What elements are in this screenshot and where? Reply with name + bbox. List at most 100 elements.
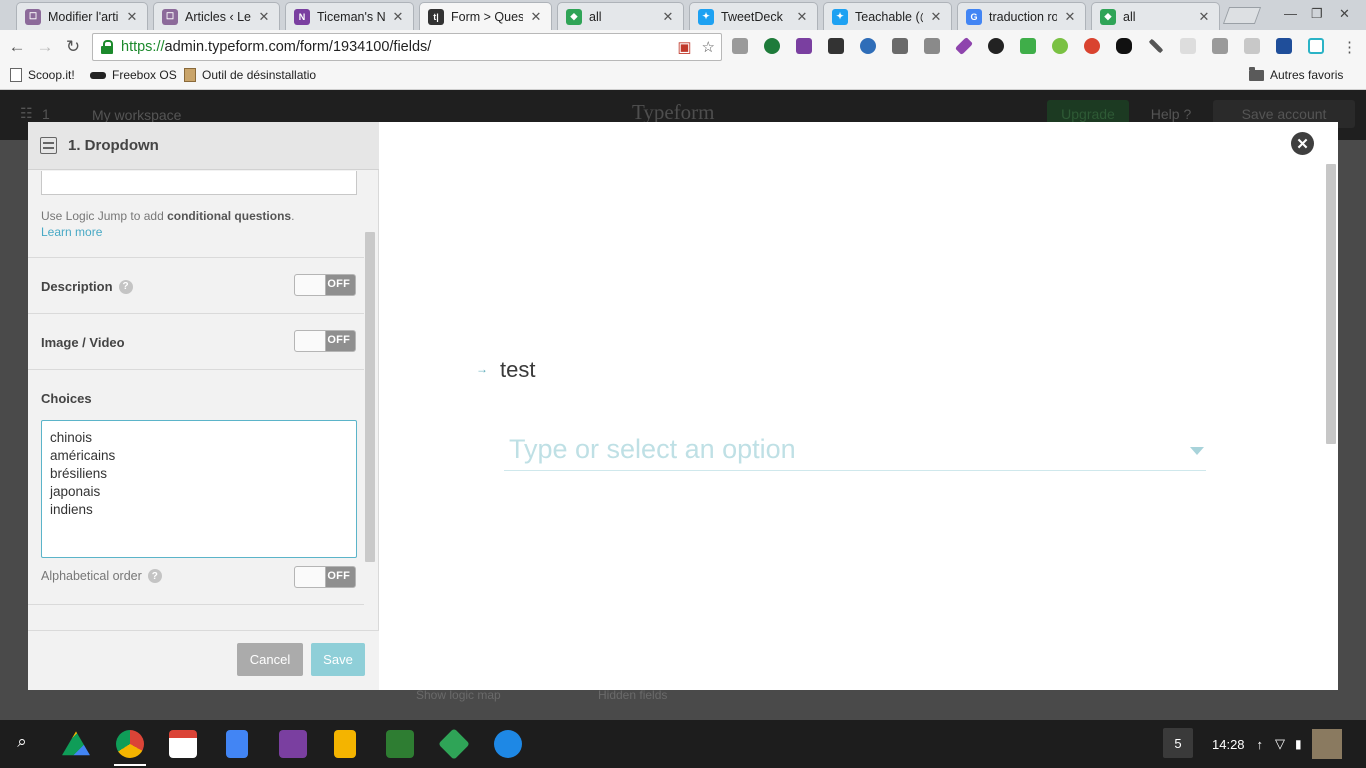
forward-icon[interactable]: → [34,37,56,57]
bookmark-label: Freebox OS [112,68,177,82]
gmail-icon[interactable] [169,730,197,758]
extension-icon[interactable] [764,38,780,54]
other-bookmarks[interactable]: Autres favoris [1249,66,1344,82]
image-video-toggle[interactable]: OFF [294,330,356,352]
help-question-icon[interactable]: ? [147,569,162,583]
page-content: ☷ 1 My workspace Typeform Upgrade Help ?… [0,90,1366,720]
browser-tab[interactable]: t| Form > Quest ✕ [419,2,552,30]
film-extension-icon[interactable] [828,38,844,54]
bookmark-outil[interactable]: Outil de désinstallatio [184,68,316,82]
alphabetical-order-toggle[interactable]: OFF [294,566,356,588]
cancel-button[interactable]: Cancel [237,643,303,676]
extension-icon[interactable] [892,38,908,54]
google-docs-icon[interactable] [226,730,248,758]
preview-scrollbar[interactable] [1326,164,1336,444]
browser-tab[interactable]: N Ticeman's No ✕ [285,2,414,30]
pen-extension-icon[interactable] [954,36,974,56]
show-logic-map-label[interactable]: Show logic map [416,688,501,702]
camera-extension-icon[interactable] [924,38,940,54]
tab-close-icon[interactable]: ✕ [1063,9,1077,25]
extension-icon[interactable] [1052,38,1068,54]
onenote-extension-icon[interactable] [796,38,812,54]
tab-close-icon[interactable]: ✕ [257,9,271,25]
logic-jump-input[interactable] [41,171,357,195]
restore-icon[interactable]: ❐ [1311,6,1323,22]
tab-title: all [589,9,602,24]
address-bar[interactable]: https:// admin.typeform.com /form/193410… [92,33,722,61]
alphabetical-order-row: Alphabetical order ? [41,569,162,583]
browser-tab[interactable]: ☐ Modifier l'artic ✕ [16,2,148,30]
browser-tab[interactable]: ✦ TweetDeck ✕ [689,2,818,30]
grid-icon[interactable]: ☷ [20,105,33,122]
chrome-icon[interactable] [116,730,144,758]
panel-scrollbar[interactable] [365,232,375,562]
files-icon[interactable] [494,730,522,758]
feedly-icon[interactable] [438,728,470,760]
other-bookmarks-label: Autres favoris [1270,68,1344,82]
window-close-icon[interactable]: ✕ [1339,6,1350,22]
tab-close-icon[interactable]: ✕ [661,9,675,25]
extension-icon[interactable] [860,38,876,54]
pencil-extension-icon[interactable] [1148,38,1164,54]
app-icon[interactable] [386,730,414,758]
tab-title: Ticeman's No [317,9,385,24]
browser-tab[interactable]: Gtraduction rou ✕ [957,2,1086,30]
tab-close-icon[interactable]: ✕ [125,9,139,25]
folder-icon [1249,66,1264,81]
tab-close-icon[interactable]: ✕ [1197,9,1211,25]
help-question-icon[interactable]: ? [118,279,133,294]
tab-close-icon[interactable]: ✕ [529,9,543,25]
extension-icon[interactable] [732,38,748,54]
workspace-count: 1 [42,106,50,122]
bookmark-freebox[interactable]: Freebox OS [90,68,177,82]
print-extension-icon[interactable] [1020,38,1036,54]
clock: 14:28 [1212,736,1245,752]
new-tab-button[interactable] [1222,7,1262,24]
google-drive-icon[interactable] [62,731,90,756]
choices-textarea[interactable]: chinois américains brésiliens japonais i… [41,420,357,558]
extension-icon[interactable] [1212,38,1228,54]
choice-item: chinois [50,430,93,445]
extension-icon[interactable] [1084,38,1100,54]
minimize-icon[interactable]: — [1284,6,1297,21]
extension-icon[interactable] [1180,38,1196,54]
extension-icon[interactable] [1116,38,1132,54]
status-tray[interactable]: 14:28 ↑ ▽ ▮ [1196,728,1366,760]
extension-icon[interactable] [988,38,1004,54]
question-settings-panel: 1. Dropdown Use Logic Jump to add condit… [28,122,379,690]
google-slides-icon[interactable] [334,730,356,758]
save-button[interactable]: Save [311,643,365,676]
description-toggle[interactable]: OFF [294,274,356,296]
close-icon[interactable]: ✕ [1291,132,1314,155]
browser-tab[interactable]: ✦ Teachable (@ ✕ [823,2,952,30]
shield-icon[interactable]: ▣ [677,38,691,56]
os-shelf: ⌕ 5 14:28 ↑ ▽ ▮ [0,720,1366,768]
launcher-search-icon[interactable]: ⌕ [10,732,34,756]
tab-close-icon[interactable]: ✕ [929,9,943,25]
browser-tab[interactable]: ☐ Articles ‹ Le p ✕ [153,2,280,30]
onenote-icon[interactable] [279,730,307,758]
notification-badge[interactable]: 5 [1163,728,1193,758]
learn-more-link[interactable]: Learn more [41,225,102,239]
browser-tab[interactable]: ◆ all ✕ [557,2,684,30]
menu-icon[interactable]: ⋮ [1342,38,1357,56]
rss-extension-icon[interactable] [1244,38,1260,54]
tab-close-icon[interactable]: ✕ [795,9,809,25]
url-host: admin.typeform.com [164,39,296,55]
back-icon[interactable]: ← [6,37,28,57]
brackets-extension-icon[interactable] [1308,38,1324,54]
divider [28,369,364,370]
extension-icon[interactable] [1276,38,1292,54]
hidden-fields-label[interactable]: Hidden fields [598,688,667,702]
bookmark-star-icon[interactable]: ☆ [702,38,715,56]
dropdown-input[interactable]: Type or select an option [504,429,1206,471]
tab-favicon-icon: t| [428,8,444,25]
workspace-name[interactable]: My workspace [92,107,181,123]
bookmark-scoopit[interactable]: Scoop.it! [10,68,75,82]
toggle-knob [295,331,326,351]
reload-icon[interactable]: ↻ [62,37,84,57]
chevron-down-icon[interactable] [1190,447,1204,455]
tab-close-icon[interactable]: ✕ [391,9,405,25]
browser-tab[interactable]: ◆ all ✕ [1091,2,1220,30]
tab-title: Teachable (@ [855,9,923,24]
